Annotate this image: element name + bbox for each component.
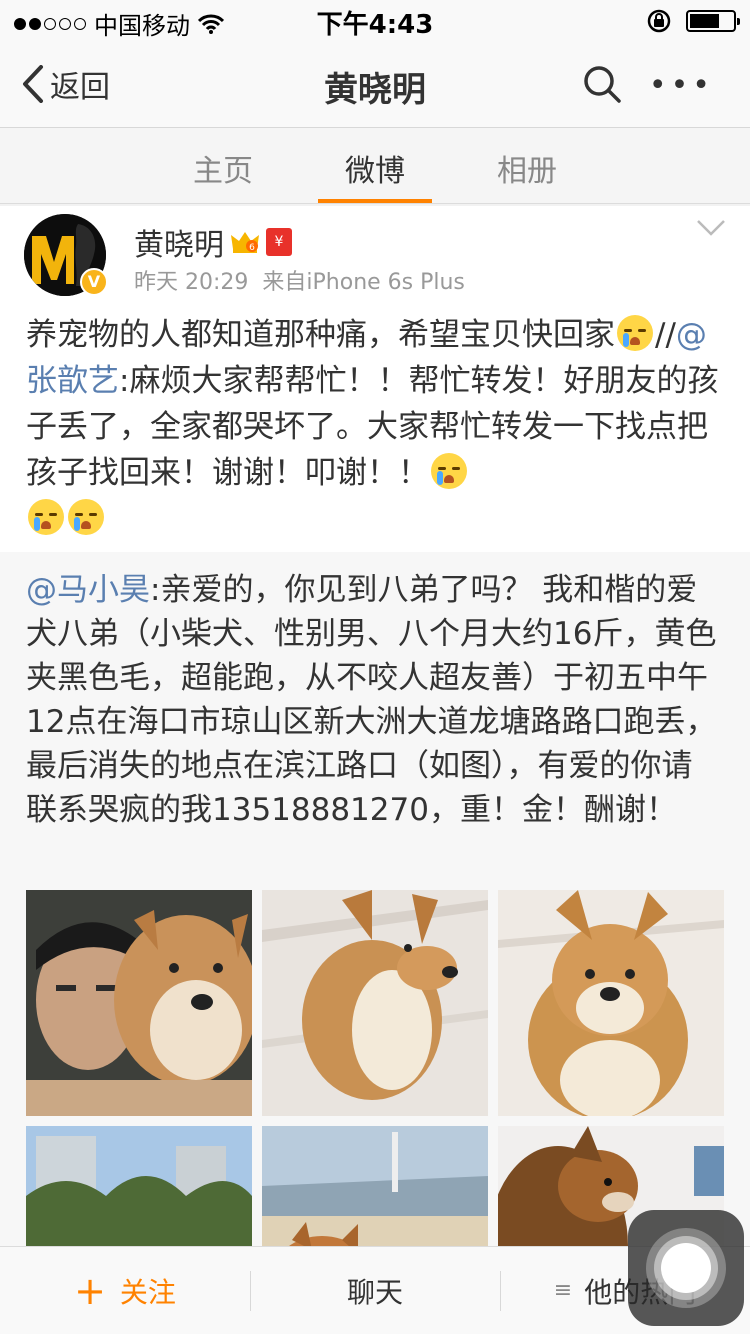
follow-label: 关注 (119, 1275, 176, 1309)
back-label: 返回 (50, 70, 110, 105)
post-card: V 黄晓明 6 ¥ 昨天 20:29 来自iPhone 6s Plus 养宠物的… (0, 206, 750, 556)
crying-emoji-icon (68, 499, 104, 535)
tab-home[interactable]: 主页 (179, 128, 267, 203)
post-text: 养宠物的人都知道那种痛，希望宝贝快回家//@张歆艺:麻烦大家帮帮忙！！帮忙转发！… (0, 302, 750, 542)
tab-weibo[interactable]: 微博 (318, 128, 432, 203)
chat-button[interactable]: 聊天 (250, 1247, 500, 1334)
svg-text:6: 6 (249, 243, 255, 253)
photo-thumbnail[interactable] (26, 890, 252, 1116)
retweet-text: @马小昊:亲爱的，你见到八弟了吗？ 我和楷的爱犬八弟（小柴犬、性别男、八个月大约… (26, 572, 717, 828)
post-time: 昨天 20:29 (134, 270, 249, 295)
vip-crown-icon: 6 (231, 232, 259, 253)
more-options-icon[interactable]: ••• (649, 68, 714, 103)
menu-icon: ≡ (553, 1278, 573, 1303)
clock: 下午4:43 (316, 10, 434, 40)
page-title: 黄晓明 (324, 70, 426, 110)
crying-emoji-icon (617, 315, 653, 351)
crying-emoji-icon (431, 453, 467, 489)
rotation-lock-icon (647, 9, 671, 33)
assistive-touch-button[interactable] (628, 1210, 744, 1326)
photo-thumbnail[interactable] (498, 890, 724, 1116)
battery-icon (686, 10, 740, 32)
retweeted-post[interactable]: @马小昊:亲爱的，你见到八弟了吗？ 我和楷的爱犬八弟（小柴犬、性别男、八个月大约… (0, 552, 750, 1334)
post-source: 来自iPhone 6s Plus (262, 270, 465, 295)
tab-album[interactable]: 相册 (483, 128, 571, 203)
post-author[interactable]: 黄晓明 (134, 220, 224, 264)
crying-emoji-icon (28, 499, 64, 535)
profile-tabs: 主页 微博 相册 (0, 128, 750, 204)
post-meta: 昨天 20:29 来自iPhone 6s Plus (134, 264, 465, 296)
red-packet-icon: ¥ (266, 228, 292, 256)
follow-button[interactable]: + 关注 (0, 1247, 250, 1334)
nav-bar: 返回 黄晓明 ••• (0, 40, 750, 128)
chevron-down-icon[interactable] (696, 218, 726, 238)
photo-thumbnail[interactable] (262, 890, 488, 1116)
verified-badge-icon: V (80, 268, 108, 296)
status-bar: 中国移动 下午4:43 (0, 0, 750, 40)
plus-icon: + (74, 1268, 106, 1313)
mention-link[interactable]: @马小昊 (26, 572, 150, 608)
back-button[interactable]: 返回 (22, 62, 110, 106)
search-icon[interactable] (582, 64, 622, 104)
chevron-left-icon (23, 65, 43, 103)
chat-label: 聊天 (346, 1275, 403, 1309)
